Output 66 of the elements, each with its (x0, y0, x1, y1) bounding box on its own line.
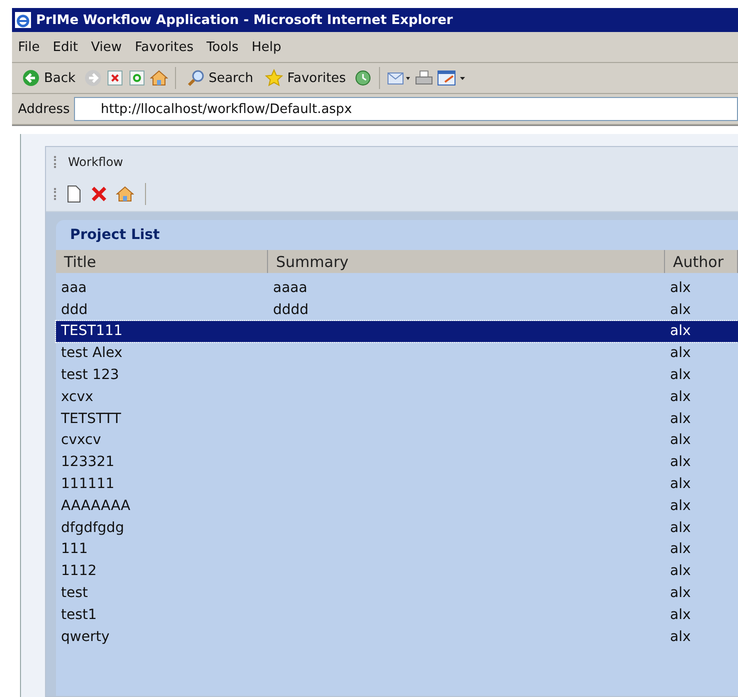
house-icon[interactable] (116, 185, 134, 203)
author-cell-text: alx (669, 302, 692, 318)
author-cell-text: alx (669, 585, 692, 602)
menu-item[interactable]: Favorites (134, 40, 203, 54)
selected-row[interactable]: TEST111 alx (56, 320, 738, 342)
search-button[interactable]: Search (182, 67, 258, 89)
title-cell-text: 111 (60, 541, 89, 558)
history-icon[interactable] (354, 69, 372, 87)
star-icon (265, 69, 284, 87)
title-cell-text: AAAAAAA (60, 498, 132, 514)
author-cell-text: alx (669, 606, 692, 623)
title-cell-text: test 123 (60, 367, 120, 384)
refresh-icon[interactable] (128, 69, 146, 87)
search-icon (186, 69, 205, 87)
title-cell-text: ddd (60, 302, 89, 318)
title-cell-text: 1112 (60, 563, 98, 580)
author-cell-text: alx (669, 520, 692, 536)
column-header[interactable]: Summary (268, 250, 665, 273)
author-cell-text: alx (669, 541, 692, 558)
edit-page-icon[interactable] (436, 69, 467, 87)
author-cell-text: alx (669, 323, 692, 340)
title-cell-text: qwerty (60, 628, 110, 645)
title-cell-text: TETSTTT (60, 410, 122, 427)
author-cell-text: alx (669, 345, 692, 362)
author-cell-text: alx (669, 628, 692, 645)
author-cell-text: alx (669, 454, 692, 470)
stop-icon[interactable] (106, 69, 124, 87)
author-cell-text: alx (669, 388, 692, 405)
author-cell-text: alx (669, 410, 692, 427)
column-header[interactable]: Author (665, 250, 738, 273)
panel-title: Workflow (68, 155, 124, 169)
title-cell-text: 123321 (60, 454, 116, 470)
title-cell-text: test (60, 585, 89, 602)
title-cell-text: dfgdfgdg (60, 520, 126, 536)
title-cell-text: test Alex (60, 345, 124, 362)
address-label: Address (18, 102, 70, 116)
title-cell-text: 111111 (60, 476, 116, 492)
title-cell-text: test1 (60, 606, 98, 623)
printer-icon[interactable] (414, 69, 433, 87)
author-cell-text: alx (669, 432, 692, 448)
title-cell-text: xcvx (60, 388, 94, 405)
author-cell-text: alx (669, 476, 692, 492)
delete-icon[interactable] (90, 185, 108, 203)
address-field[interactable]: http://llocalhost/workflow/Default.aspx (74, 97, 738, 121)
menu-item[interactable]: Tools (206, 40, 248, 54)
title-cell-text: aaa (60, 280, 88, 296)
house-icon[interactable] (150, 69, 168, 87)
window-title: PrIMe Workflow Application - Microsoft Internet Explorer (36, 12, 453, 28)
menu-item[interactable]: File (18, 40, 49, 54)
favorites-button[interactable]: Favorites (261, 67, 350, 89)
author-cell-text: alx (669, 367, 692, 384)
browser-icon (14, 11, 32, 29)
list-title: Project List (69, 226, 161, 245)
menu-item[interactable]: Help (252, 40, 290, 54)
author-cell-text: alx (669, 498, 692, 514)
menu-item[interactable]: View (90, 40, 131, 54)
summary-cell-text: dddd (272, 302, 310, 318)
author-cell-text: alx (669, 280, 692, 296)
title-cell-text: TEST111 (60, 323, 124, 340)
blank-document-icon[interactable] (66, 185, 82, 203)
title-cell-text: cvxcv (60, 432, 102, 448)
author-cell-text: alx (669, 563, 692, 580)
menu-item[interactable]: Edit (52, 40, 87, 54)
column-header[interactable]: Title (56, 250, 268, 273)
back-button[interactable]: Back (18, 67, 80, 89)
summary-cell-text: aaaa (272, 280, 308, 296)
